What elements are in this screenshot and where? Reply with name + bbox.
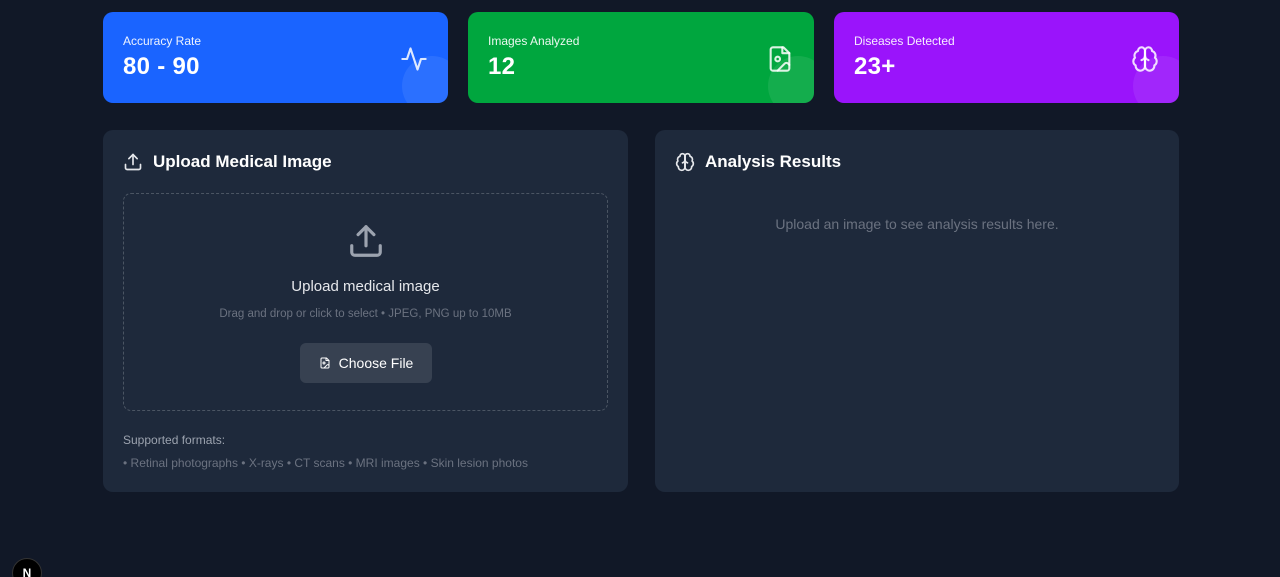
upload-dropzone[interactable]: Upload medical image Drag and drop or cl… xyxy=(123,193,608,411)
results-panel-title: Analysis Results xyxy=(705,152,842,171)
stat-card-images: Images Analyzed 12 xyxy=(468,12,814,103)
stat-value: 12 xyxy=(488,53,516,80)
page: Accuracy Rate 80 - 90 Images Analyzed 12… xyxy=(0,0,1280,577)
results-placeholder: Upload an image to see analysis results … xyxy=(775,216,1059,232)
stat-card-diseases: Diseases Detected 23+ xyxy=(834,12,1179,103)
results-panel: Analysis Results Upload an image to see … xyxy=(655,130,1179,492)
stat-card-accuracy: Accuracy Rate 80 - 90 xyxy=(103,12,448,103)
file-image-icon xyxy=(766,45,794,73)
results-panel-header: Analysis Results xyxy=(675,152,841,172)
upload-icon xyxy=(347,222,385,260)
upload-icon xyxy=(124,153,142,171)
choose-file-label: Choose File xyxy=(338,355,414,371)
stat-label: Accuracy Rate xyxy=(123,34,202,48)
stat-label: Images Analyzed xyxy=(488,34,580,48)
stat-value: 23+ xyxy=(854,53,896,80)
dropzone-title: Upload medical image xyxy=(291,278,440,295)
brain-icon xyxy=(675,152,695,172)
supported-formats-list: • Retinal photographs • X-rays • CT scan… xyxy=(123,456,528,470)
supported-formats-title: Supported formats: xyxy=(123,433,226,447)
stat-value: 80 - 90 xyxy=(123,53,200,80)
dropzone-subtitle: Drag and drop or click to select • JPEG,… xyxy=(219,308,512,320)
activity-icon xyxy=(400,45,428,73)
brain-icon xyxy=(1131,45,1159,73)
dev-badge-letter: N xyxy=(22,566,32,577)
upload-panel: Upload Medical Image Upload medical imag… xyxy=(103,130,628,492)
upload-panel-title: Upload Medical Image xyxy=(153,152,332,171)
file-image-icon xyxy=(320,357,330,369)
upload-panel-header: Upload Medical Image xyxy=(123,152,332,172)
dev-tools-badge[interactable]: N xyxy=(12,558,42,577)
stat-label: Diseases Detected xyxy=(854,34,955,48)
choose-file-button[interactable]: Choose File xyxy=(300,343,432,383)
